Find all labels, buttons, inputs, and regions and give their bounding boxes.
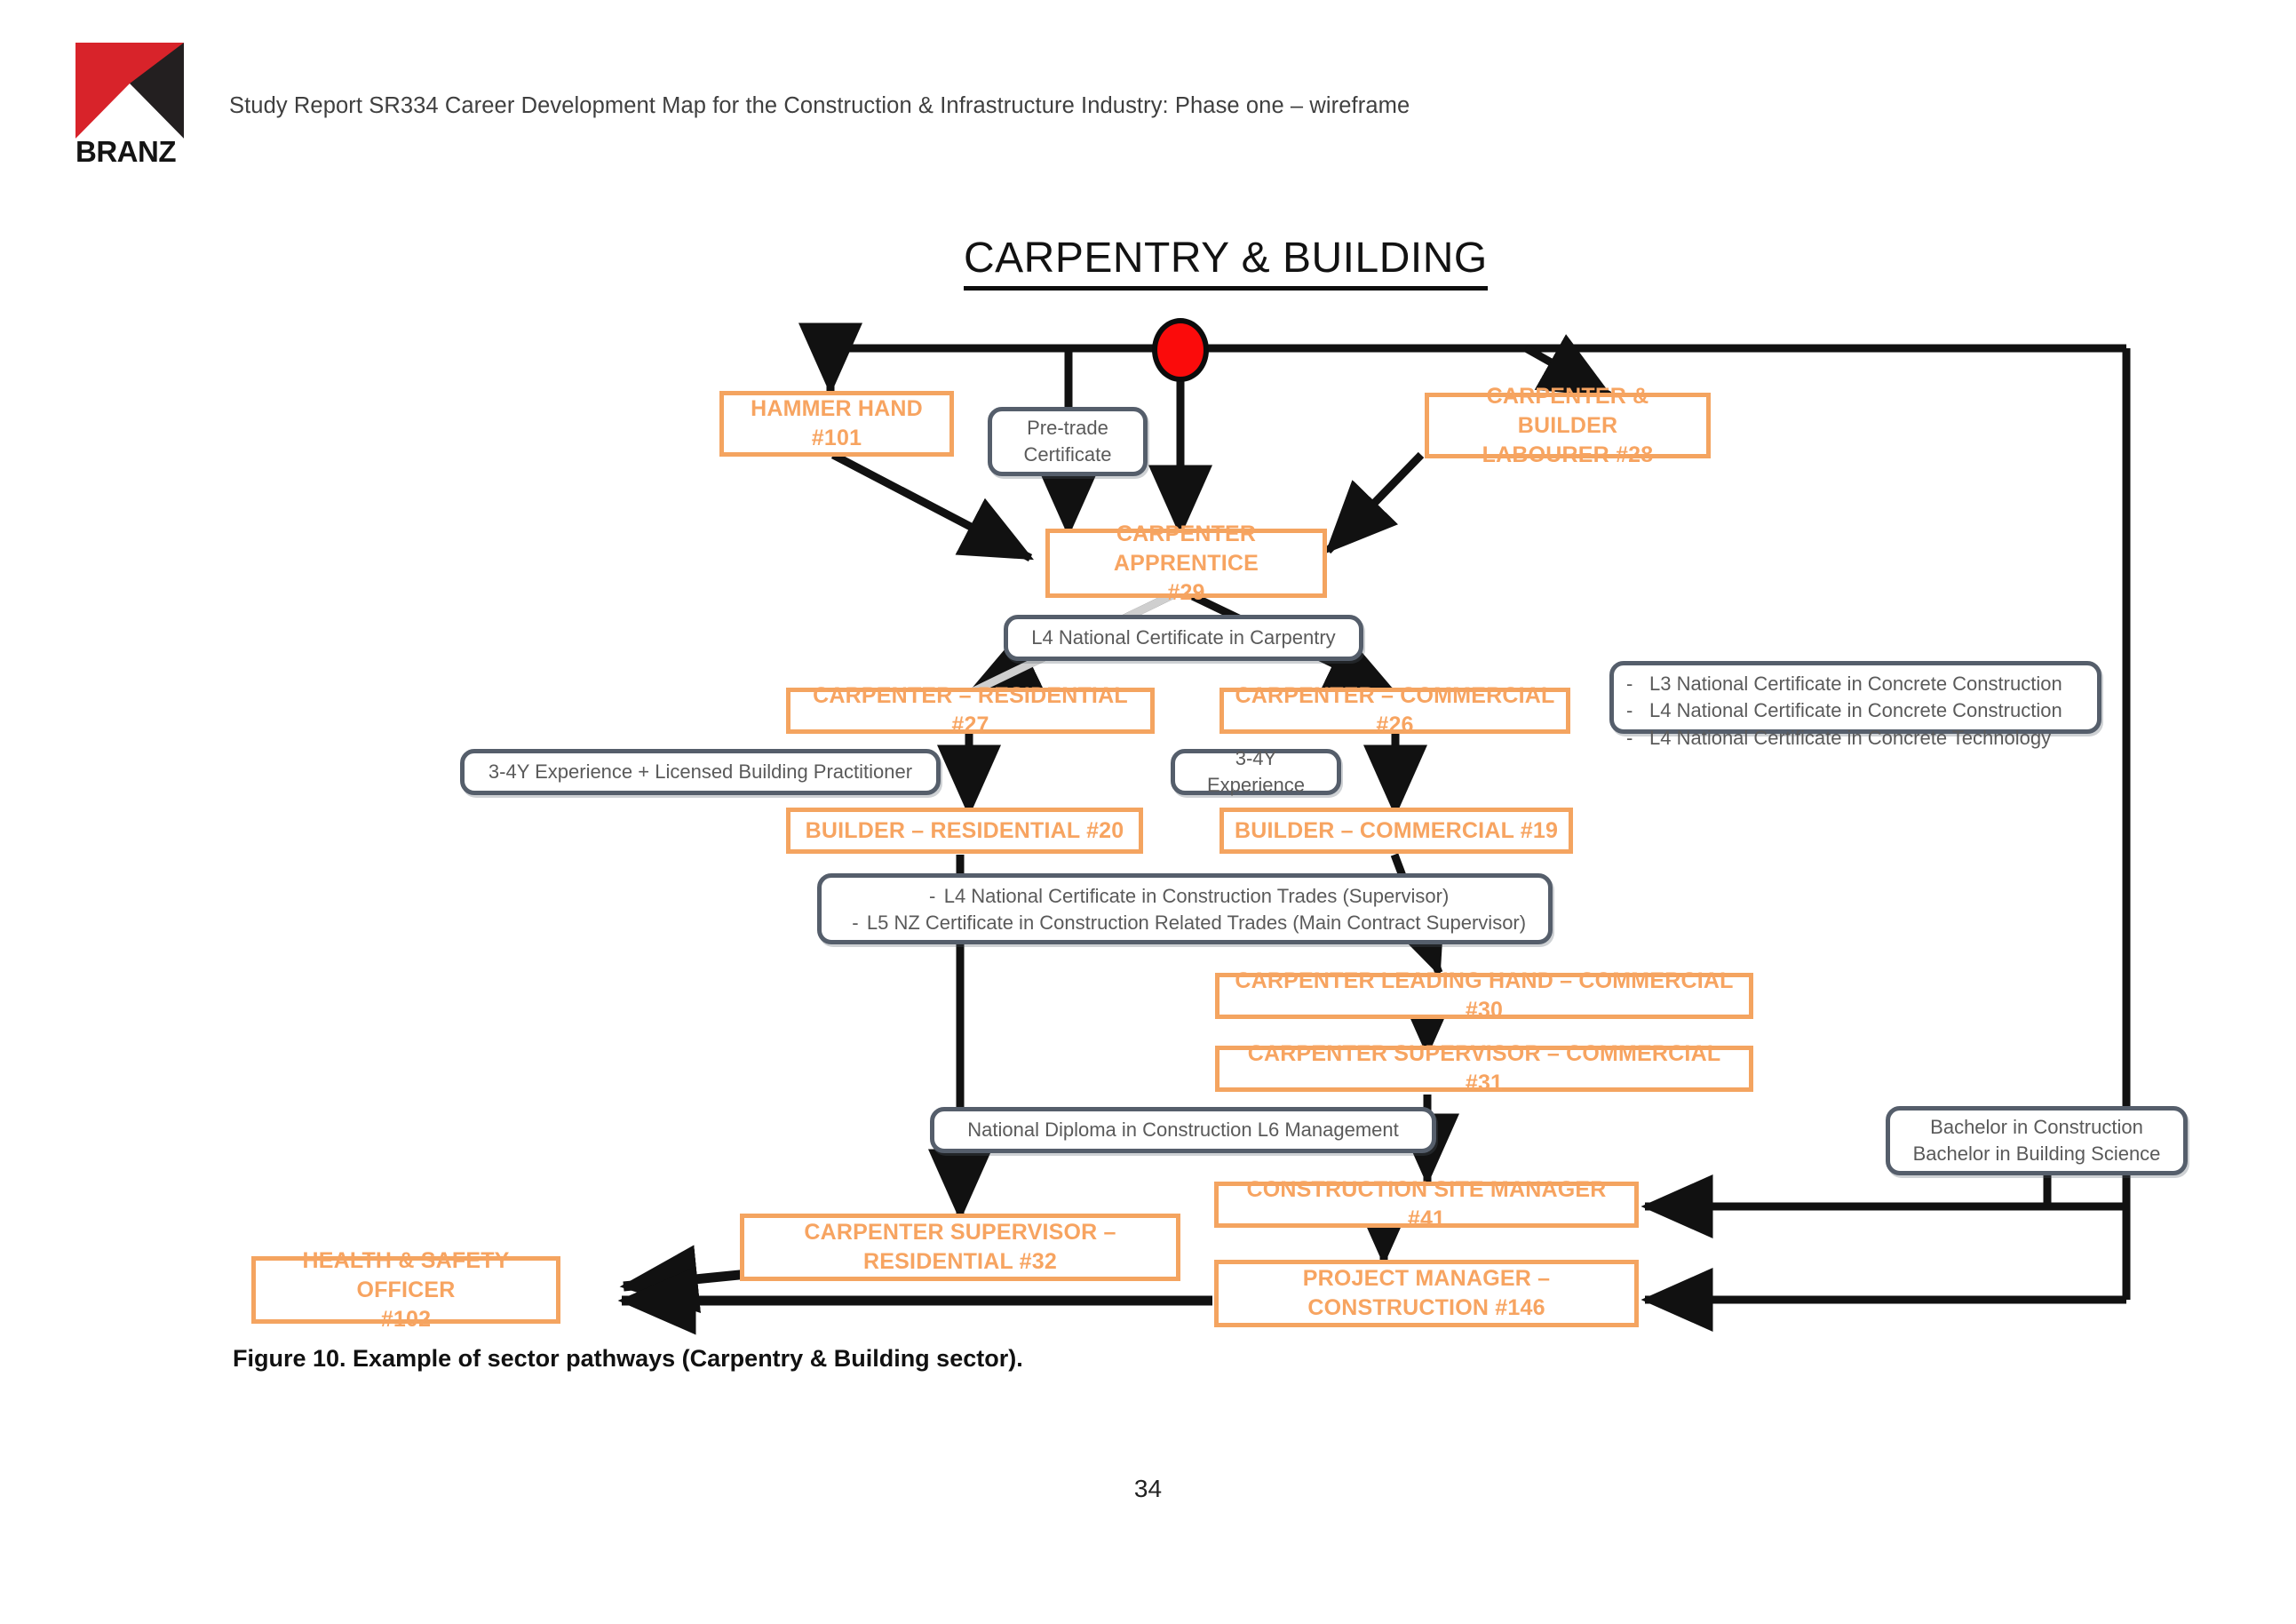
role-carpenter-leading-hand-commercial-label: CARPENTER LEADING HAND – COMMERCIAL #30 [1235, 968, 1734, 1023]
role-carpenter-supervisor-residential-line1: CARPENTER SUPERVISOR – [804, 1220, 1116, 1245]
role-builder-commercial[interactable]: BUILDER – COMMERCIAL #19 [1220, 808, 1573, 854]
start-node [1152, 318, 1209, 382]
bullet-dash: - [1626, 726, 1633, 749]
role-project-manager-construction-line2: CONSTRUCTION #146 [1307, 1295, 1545, 1320]
qual-experience-3-4y-label: 3-4Y Experience [1206, 746, 1306, 796]
role-carpenter-builder-labourer-line2: LABOURER #28 [1482, 442, 1654, 467]
section-title: CARPENTRY & BUILDING [964, 234, 1488, 291]
figure-caption: Figure 10. Example of sector pathways (C… [233, 1345, 1023, 1372]
qual-national-diploma-l6-label: National Diploma in Construction L6 Mana… [967, 1118, 1399, 1141]
role-hammer-hand[interactable]: HAMMER HAND #101 [719, 391, 954, 457]
role-carpenter-apprentice-line2: #29 [1167, 579, 1205, 605]
role-carpenter-builder-labourer[interactable]: CARPENTER & BUILDER LABOURER #28 [1425, 384, 1711, 467]
qual-pre-trade-certificate: Pre-trade Certificate [988, 407, 1148, 476]
qual-construction-trades-supervisor: - L4 National Certificate in Construction… [817, 873, 1553, 944]
role-construction-site-manager[interactable]: CONSTRUCTION SITE MANAGER #41 [1214, 1177, 1639, 1231]
bullet-dash: - [1626, 699, 1633, 722]
role-builder-commercial-label: BUILDER – COMMERCIAL #19 [1234, 817, 1559, 843]
qual-concrete-certificates-line2: L4 National Certificate in Concrete Cons… [1649, 699, 2062, 722]
qual-national-diploma-l6: National Diploma in Construction L6 Mana… [930, 1107, 1436, 1153]
bullet-dash: - [852, 912, 859, 935]
role-carpenter-apprentice[interactable]: CARPENTER APPRENTICE #29 [1045, 521, 1327, 605]
qual-pre-trade-certificate-line1: Pre-trade [1027, 416, 1108, 439]
role-carpenter-commercial-label: CARPENTER – COMMERCIAL #26 [1235, 683, 1555, 737]
role-carpenter-residential-label: CARPENTER – RESIDENTIAL #27 [813, 683, 1128, 737]
role-carpenter-commercial[interactable]: CARPENTER – COMMERCIAL #26 [1220, 683, 1570, 737]
qual-construction-trades-supervisor-line1: L4 National Certificate in Construction … [943, 885, 1450, 907]
bullet-dash: - [929, 885, 936, 907]
role-hammer-hand-line2: #101 [811, 426, 862, 450]
role-health-safety-officer[interactable]: HEALTH & SAFETY OFFICER #102 [251, 1248, 560, 1332]
role-builder-residential-label: BUILDER – RESIDENTIAL #20 [805, 817, 1124, 843]
qual-bachelor-degrees-line2: Bachelor in Building Science [1912, 1142, 2161, 1165]
qual-bachelor-degrees: Bachelor in Construction Bachelor in Bui… [1886, 1106, 2188, 1175]
qual-pre-trade-certificate-line2: Certificate [1023, 443, 1112, 466]
role-carpenter-supervisor-residential-line2: RESIDENTIAL #32 [863, 1249, 1057, 1274]
qual-experience-3-4y: 3-4Y Experience [1171, 747, 1341, 796]
qual-bachelor-degrees-line1: Bachelor in Construction [1930, 1115, 2143, 1138]
role-carpenter-builder-labourer-line1: CARPENTER & BUILDER [1486, 383, 1649, 438]
role-carpenter-supervisor-commercial[interactable]: CARPENTER SUPERVISOR – COMMERCIAL #31 [1215, 1041, 1753, 1095]
qual-l4-national-certificate-carpentry: L4 National Certificate in Carpentry [1004, 615, 1363, 661]
qual-concrete-certificates: - L3 National Certificate in Concrete Con… [1609, 661, 2101, 749]
qual-l4-national-certificate-carpentry-label: L4 National Certificate in Carpentry [1031, 625, 1336, 649]
role-health-safety-officer-line2: #102 [380, 1306, 432, 1332]
qual-concrete-certificates-line1: L3 National Certificate in Concrete Cons… [1649, 673, 2062, 695]
qual-construction-trades-supervisor-line2: L5 NZ Certificate in Construction Relate… [866, 912, 1527, 935]
role-builder-residential[interactable]: BUILDER – RESIDENTIAL #20 [786, 808, 1143, 854]
role-health-safety-officer-line1: HEALTH & SAFETY OFFICER [302, 1247, 510, 1302]
career-pathway-diagram: CARPENTRY & BUILDING HAMMER HAND #101 CA… [0, 0, 2296, 1624]
qual-experience-lbp: 3-4Y Experience + Licensed Building Prac… [460, 749, 941, 795]
role-carpenter-supervisor-commercial-label: CARPENTER SUPERVISOR – COMMERCIAL #31 [1247, 1041, 1721, 1095]
role-carpenter-supervisor-residential[interactable]: CARPENTER SUPERVISOR – RESIDENTIAL #32 [740, 1214, 1180, 1281]
role-carpenter-apprentice-line1: CARPENTER APPRENTICE [1113, 521, 1259, 576]
page-number: 34 [1133, 1475, 1163, 1502]
role-project-manager-construction-line1: PROJECT MANAGER – [1302, 1266, 1551, 1291]
role-hammer-hand-line1: HAMMER HAND [751, 396, 923, 421]
bullet-dash: - [1626, 673, 1633, 695]
role-project-manager-construction[interactable]: PROJECT MANAGER – CONSTRUCTION #146 [1214, 1260, 1639, 1327]
role-construction-site-manager-label: CONSTRUCTION SITE MANAGER #41 [1246, 1177, 1607, 1231]
role-carpenter-residential[interactable]: CARPENTER – RESIDENTIAL #27 [786, 683, 1155, 737]
role-carpenter-leading-hand-commercial[interactable]: CARPENTER LEADING HAND – COMMERCIAL #30 [1215, 968, 1753, 1023]
document-page: BRANZ Study Report SR334 Career Developm… [0, 0, 2296, 1624]
qual-experience-lbp-label: 3-4Y Experience + Licensed Building Prac… [488, 760, 913, 783]
qual-concrete-certificates-line3: L4 National Certificate in Concrete Tech… [1649, 726, 2052, 749]
